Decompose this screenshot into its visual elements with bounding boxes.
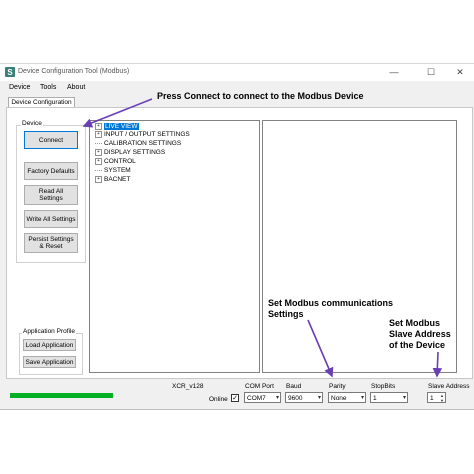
parity-value: None <box>331 395 347 402</box>
chevron-down-icon: ▾ <box>402 395 406 401</box>
stopbits-label: StopBits <box>371 383 396 390</box>
device-id: XCR_v128 <box>172 383 204 390</box>
online-checkbox[interactable]: ✓ <box>231 394 239 402</box>
spinner-arrows-icon[interactable]: ▲ ▼ <box>440 393 444 403</box>
baud-value: 9600 <box>288 395 303 402</box>
stopbits-select[interactable]: 1 ▾ <box>370 392 408 403</box>
online-label: Online <box>209 396 228 403</box>
chevron-down-icon: ▾ <box>275 395 279 401</box>
parity-select[interactable]: None ▾ <box>328 392 366 403</box>
baud-select[interactable]: 9600 ▾ <box>285 392 323 403</box>
slave-address-value: 1 <box>430 395 434 402</box>
arrow-to-slave-address <box>432 351 443 378</box>
com-port-value: COM7 <box>247 395 266 402</box>
chevron-down-icon: ▾ <box>317 395 321 401</box>
baud-label: Baud <box>286 383 302 390</box>
com-port-label: COM Port <box>245 383 274 390</box>
arrow-to-parity <box>307 319 334 378</box>
connection-progress-bar <box>10 393 113 398</box>
arrow-to-connect <box>82 98 153 128</box>
slave-address-spinner[interactable]: 1 ▲ ▼ <box>427 392 446 403</box>
check-icon: ✓ <box>232 395 238 402</box>
chevron-down-icon: ▾ <box>360 395 364 401</box>
slave-address-label: Slave Address <box>428 383 470 390</box>
stopbits-value: 1 <box>373 395 377 402</box>
com-port-select[interactable]: COM7 ▾ <box>244 392 281 403</box>
progress-fill <box>10 393 113 398</box>
parity-label: Parity <box>329 383 346 390</box>
